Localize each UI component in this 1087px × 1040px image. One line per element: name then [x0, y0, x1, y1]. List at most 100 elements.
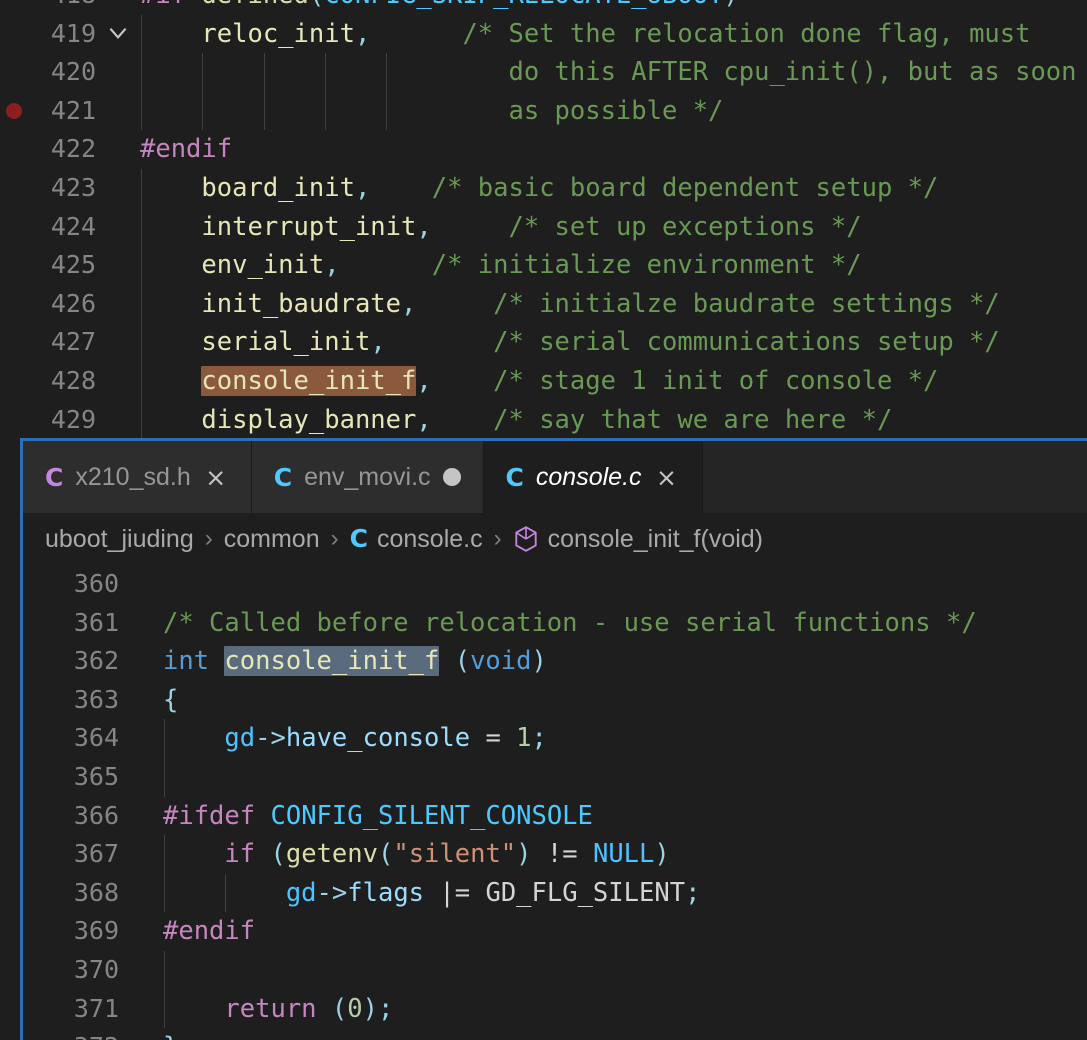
line-number: 367	[73, 839, 119, 869]
token: have_console	[285, 723, 471, 754]
indent-guide	[202, 53, 204, 92]
token: interrupt_init	[201, 211, 417, 242]
breadcrumb-item[interactable]: uboot_jiuding	[45, 513, 194, 565]
token: /* say that we are here */	[493, 404, 893, 435]
code-text: serial_init, /* serial communications se…	[140, 323, 1000, 362]
top-code-pane[interactable]: 418 #if defined(CONFIG_SKIP_RELOCATE_UBOO…	[0, 0, 1087, 438]
line-number: 422	[50, 134, 96, 164]
editor-tab-env-movi-c[interactable]: Cenv_movi.c	[251, 441, 484, 513]
token: /* serial communications setup */	[493, 327, 1000, 358]
code-line[interactable]: 369 #endif	[23, 912, 1087, 951]
indent-guide	[263, 53, 265, 92]
indent-guide	[164, 719, 165, 758]
line-number: 368	[73, 877, 119, 907]
token: ;	[685, 877, 701, 908]
token: board_init	[201, 172, 355, 203]
lower-code-pane[interactable]: 360 361 /* Called before relocation - use …	[23, 565, 1087, 1040]
editor-tab-x210-sd-h[interactable]: Cx210_sd.h ×	[23, 441, 252, 513]
tab-label: console.c	[535, 462, 642, 491]
code-line[interactable]: 428 console_init_f, /* stage 1 init of c…	[0, 361, 1087, 401]
code-line[interactable]: 361 /* Called before relocation - use ser…	[23, 604, 1087, 643]
token: =	[485, 723, 501, 754]
highlighted-token: console_init_f	[201, 365, 417, 396]
breadcrumb-item[interactable]: console_init_f(void)	[513, 513, 763, 565]
token: (	[377, 839, 394, 870]
code-line[interactable]: 418 #if defined(CONFIG_SKIP_RELOCATE_UBOO…	[0, 0, 1087, 15]
indent-guide	[141, 400, 142, 438]
token: )	[531, 646, 547, 677]
code-line[interactable]: 421 as possible */	[0, 91, 1087, 131]
code-line[interactable]: 422 #endif	[0, 130, 1087, 169]
code-line[interactable]: 372}	[23, 1028, 1087, 1040]
breadcrumb-item[interactable]: common	[224, 513, 320, 565]
code-line[interactable]: 424 interrupt_init, /* set up exceptions…	[0, 207, 1087, 247]
code-text: do this AFTER cpu_init(), but as soon	[140, 53, 1076, 92]
token: "silent"	[393, 839, 517, 870]
breadcrumb-item[interactable]: Cconsole.c	[350, 513, 483, 565]
line-number: 426	[50, 288, 96, 318]
indent-guide	[141, 168, 142, 208]
breakpoint-icon[interactable]	[6, 103, 22, 120]
token: reloc_init	[201, 18, 355, 49]
c-file-icon: C	[45, 462, 64, 492]
code-text: /* Called before relocation - use serial…	[163, 604, 977, 643]
token: (	[454, 646, 471, 677]
code-line[interactable]: 360	[23, 565, 1087, 604]
token: /* Set the relocation done flag, must	[462, 18, 1031, 49]
editor-window: 418#if defined(CONFIG_SKIP_RELOCATE_UBOO…	[0, 0, 1087, 1040]
chevron-down-icon[interactable]	[96, 0, 140, 15]
breadcrumb[interactable]: uboot_jiuding › common › Cconsole.c › console_…	[23, 513, 1087, 565]
line-number: 364	[73, 723, 119, 753]
code-line[interactable]: 368 gd->flags |= GD_FLG_SILENT;	[23, 873, 1087, 913]
code-line[interactable]: 366 #ifdef CONFIG_SILENT_CONSOLE	[23, 797, 1087, 836]
code-line[interactable]: 363 {	[23, 681, 1087, 720]
code-text: #endif	[163, 912, 255, 951]
close-icon[interactable]: ×	[654, 463, 680, 492]
tab-label: x210_sd.h	[75, 462, 191, 491]
code-line[interactable]: 429 display_banner, /* say that we are h…	[0, 400, 1087, 438]
token: (	[331, 993, 348, 1024]
indent-guide	[225, 873, 227, 913]
indent-guide	[164, 950, 165, 990]
code-line[interactable]: 364 gd->have_console = 1;	[23, 719, 1087, 758]
code-line[interactable]: 365	[23, 757, 1087, 797]
code-text: interrupt_init, /* set up exceptions */	[140, 208, 861, 247]
code-text: #endif	[140, 130, 232, 169]
tab-bar-empty-space	[702, 441, 1087, 513]
line-number: 428	[50, 365, 96, 395]
line-number: 362	[73, 646, 119, 676]
close-icon[interactable]: ×	[203, 463, 229, 492]
code-line[interactable]: 423 board_init, /* basic board dependent…	[0, 168, 1087, 208]
editor-tab-console-c[interactable]: Cconsole.c ×	[483, 441, 703, 513]
token: ,	[416, 211, 432, 242]
code-line[interactable]: 427 serial_init, /* serial communication…	[0, 323, 1087, 362]
indent-guide	[202, 91, 204, 131]
token: void	[470, 646, 532, 677]
code-line[interactable]: 426 init_baudrate, /* initialze baudrate…	[0, 284, 1087, 324]
code-line[interactable]: 371 return (0);	[23, 989, 1087, 1029]
code-line[interactable]: 420 do this AFTER cpu_init(), but as soo…	[0, 53, 1087, 92]
code-text: display_banner, /* say that we are here …	[140, 401, 892, 438]
token: if	[224, 839, 256, 870]
code-line[interactable]: 419 reloc_init, /* Set the relocation do…	[0, 14, 1087, 54]
code-line[interactable]: 425 env_init, /* initialize environment …	[0, 246, 1087, 285]
token: ,	[324, 250, 340, 281]
code-text: env_init, /* initialize environment */	[140, 246, 861, 285]
code-line[interactable]: 370	[23, 950, 1087, 990]
chevron-down-icon[interactable]	[96, 15, 140, 54]
indent-guide	[324, 91, 326, 131]
unsaved-indicator-icon[interactable]	[442, 468, 461, 486]
code-text: #ifdef CONFIG_SILENT_CONSOLE	[163, 797, 593, 836]
code-line[interactable]: 362 int console_init_f (void)	[23, 642, 1087, 681]
token: ;	[531, 723, 547, 754]
token: }	[163, 1032, 178, 1040]
code-line[interactable]: 367 if (getenv("silent") != NULL)	[23, 835, 1087, 874]
code-text: int console_init_f (void)	[163, 642, 547, 681]
